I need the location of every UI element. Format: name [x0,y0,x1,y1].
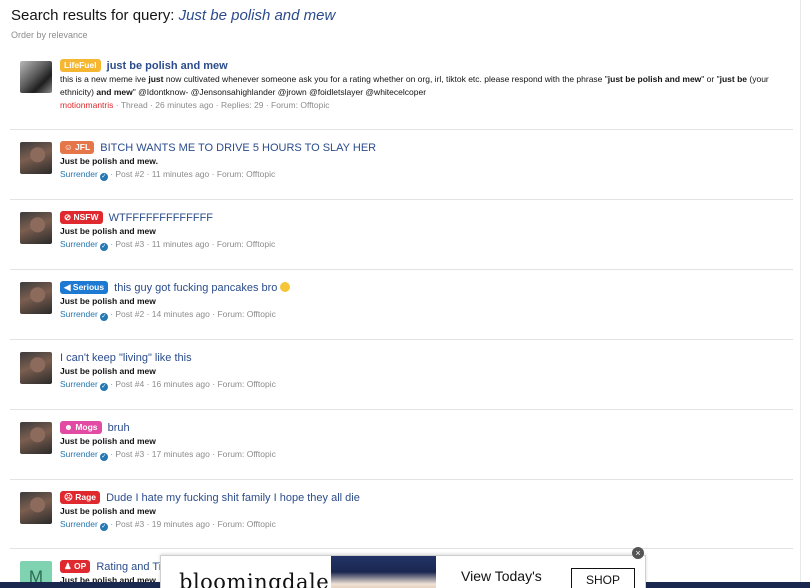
avatar[interactable] [20,282,52,314]
result-title-row: I can't keep "living" like this [60,351,785,365]
result-body: ◀ Serious this guy got fucking pancakes … [60,281,785,321]
verified-icon: ✓ [99,313,108,321]
avatar[interactable] [20,142,52,174]
result-title-row: LifeFuel just be polish and mew [60,59,785,73]
result-item: ☹ Rage Dude I hate my fucking shit famil… [10,480,793,549]
result-title-row: ☺ JFL BITCH WANTS ME TO DRIVE 5 HOURS TO… [60,141,785,155]
prefix-badge-serious[interactable]: ◀ Serious [60,281,109,294]
result-item: ◀ Serious this guy got fucking pancakes … [10,270,793,340]
result-item: I can't keep "living" like this Just be … [10,340,793,410]
result-title-row: ⊘ NSFW WTFFFFFFFFFFFFF [60,211,785,225]
verified-icon: ✓ [99,173,108,181]
prefix-badge-nsfw[interactable]: ⊘ NSFW [60,211,103,224]
title-prefix: Search results for query: [11,7,175,24]
result-snippet: Just be polish and mew [60,366,156,376]
prefix-badge-rage[interactable]: ☹ Rage [60,491,101,504]
scrollbar[interactable] [800,0,810,588]
verified-icon: ✓ [99,523,108,531]
result-body: ⊘ NSFW WTFFFFFFFFFFFFF Just be polish an… [60,211,785,251]
avatar[interactable] [20,61,52,93]
result-item: LifeFuel just be polish and mew this is … [10,50,793,130]
result-title[interactable]: bruh [108,422,130,434]
result-snippet: Just be polish and mew [60,296,156,306]
result-snippet: Just be polish and mew. [60,156,158,166]
ad-close-icon[interactable]: × [632,547,644,559]
result-body: LifeFuel just be polish and mew this is … [60,59,785,111]
meta-text: Thread · 26 minutes ago · Replies: 29 · … [120,100,330,110]
meta-text: Post #3 · 19 minutes ago · Forum: Offtop… [115,519,276,529]
meta-text: Post #3 · 17 minutes ago · Forum: Offtop… [115,449,276,459]
verified-icon: ✓ [99,383,108,391]
verified-icon: ✓ [99,243,108,251]
username-link[interactable]: Surrender [60,519,98,529]
ad-banner[interactable]: bloomingdale's View Today's SHOP [160,555,646,588]
username-link[interactable]: Surrender [60,309,98,319]
username-link[interactable]: Surrender [60,379,98,389]
ad-cta-text: View Today's [461,568,542,584]
results-list: LifeFuel just be polish and mew this is … [10,50,793,588]
result-meta: motionmantris · Thread · 26 minutes ago … [60,100,330,110]
result-title[interactable]: I can't keep "living" like this [60,352,192,364]
meta-text: Post #3 · 11 minutes ago · Forum: Offtop… [115,239,276,249]
prefix-badge-op[interactable]: ♟ OP [60,560,91,573]
username-link[interactable]: Surrender [60,449,98,459]
result-meta: Surrender ✓ · Post #2 · 14 minutes ago · … [60,309,276,321]
page-title: Search results for query: Just be polish… [11,7,335,24]
result-body: ☺ JFL BITCH WANTS ME TO DRIVE 5 HOURS TO… [60,141,785,181]
prefix-badge-jfl[interactable]: ☺ JFL [60,141,95,154]
avatar[interactable] [20,492,52,524]
result-meta: Surrender ✓ · Post #4 · 16 minutes ago · … [60,379,276,391]
meta-text: Post #2 · 11 minutes ago · Forum: Offtop… [115,169,276,179]
page: Search results for query: Just be polish… [0,0,810,588]
emoji-icon [280,282,291,292]
avatar[interactable] [20,212,52,244]
result-body: ☻ Mogs bruh Just be polish and mew Surre… [60,421,785,461]
result-title[interactable]: just be polish and mew [107,60,228,72]
result-meta: Surrender ✓ · Post #2 · 11 minutes ago · … [60,169,276,181]
result-title[interactable]: WTFFFFFFFFFFFFF [109,212,213,224]
result-title[interactable]: this guy got fucking pancakes bro [114,282,277,294]
meta-text: Post #2 · 14 minutes ago · Forum: Offtop… [115,309,276,319]
result-title-row: ◀ Serious this guy got fucking pancakes … [60,281,785,295]
order-by-label[interactable]: Order by relevance [11,30,88,40]
result-title-row: ☹ Rage Dude I hate my fucking shit famil… [60,491,785,505]
result-snippet: this is a new meme ive just now cultivat… [60,74,769,97]
result-snippet: Just be polish and mew [60,436,156,446]
result-item: ⊘ NSFW WTFFFFFFFFFFFFF Just be polish an… [10,200,793,270]
ad-image [331,556,436,588]
result-meta: Surrender ✓ · Post #3 · 17 minutes ago · … [60,449,276,461]
verified-icon: ✓ [99,453,108,461]
username-link[interactable]: Surrender [60,169,98,179]
avatar[interactable] [20,352,52,384]
result-item: ☺ JFL BITCH WANTS ME TO DRIVE 5 HOURS TO… [10,130,793,200]
result-meta: Surrender ✓ · Post #3 · 19 minutes ago · … [60,519,276,531]
main-content: Search results for query: Just be polish… [0,0,800,588]
meta-text: Post #4 · 16 minutes ago · Forum: Offtop… [115,379,276,389]
username-link[interactable]: motionmantris [60,100,113,110]
result-title[interactable]: Rating and Tip [96,561,167,573]
result-body: I can't keep "living" like this Just be … [60,351,785,391]
result-title-row: ☻ Mogs bruh [60,421,785,435]
avatar[interactable] [20,422,52,454]
ad-brand: bloomingdale's [179,570,347,588]
result-item: ☻ Mogs bruh Just be polish and mew Surre… [10,410,793,480]
prefix-badge-lifefuel[interactable]: LifeFuel [60,59,101,72]
prefix-badge-mogs[interactable]: ☻ Mogs [60,421,102,434]
result-snippet: Just be polish and mew [60,506,156,516]
result-snippet: Just be polish and mew [60,226,156,236]
ad-shop-button[interactable]: SHOP [571,568,635,588]
result-title[interactable]: Dude I hate my fucking shit family I hop… [106,492,360,504]
username-link[interactable]: Surrender [60,239,98,249]
result-meta: Surrender ✓ · Post #3 · 11 minutes ago · … [60,239,276,251]
result-body: ☹ Rage Dude I hate my fucking shit famil… [60,491,785,531]
result-title[interactable]: BITCH WANTS ME TO DRIVE 5 HOURS TO SLAY … [100,142,376,154]
search-query: Just be polish and mew [178,7,336,24]
